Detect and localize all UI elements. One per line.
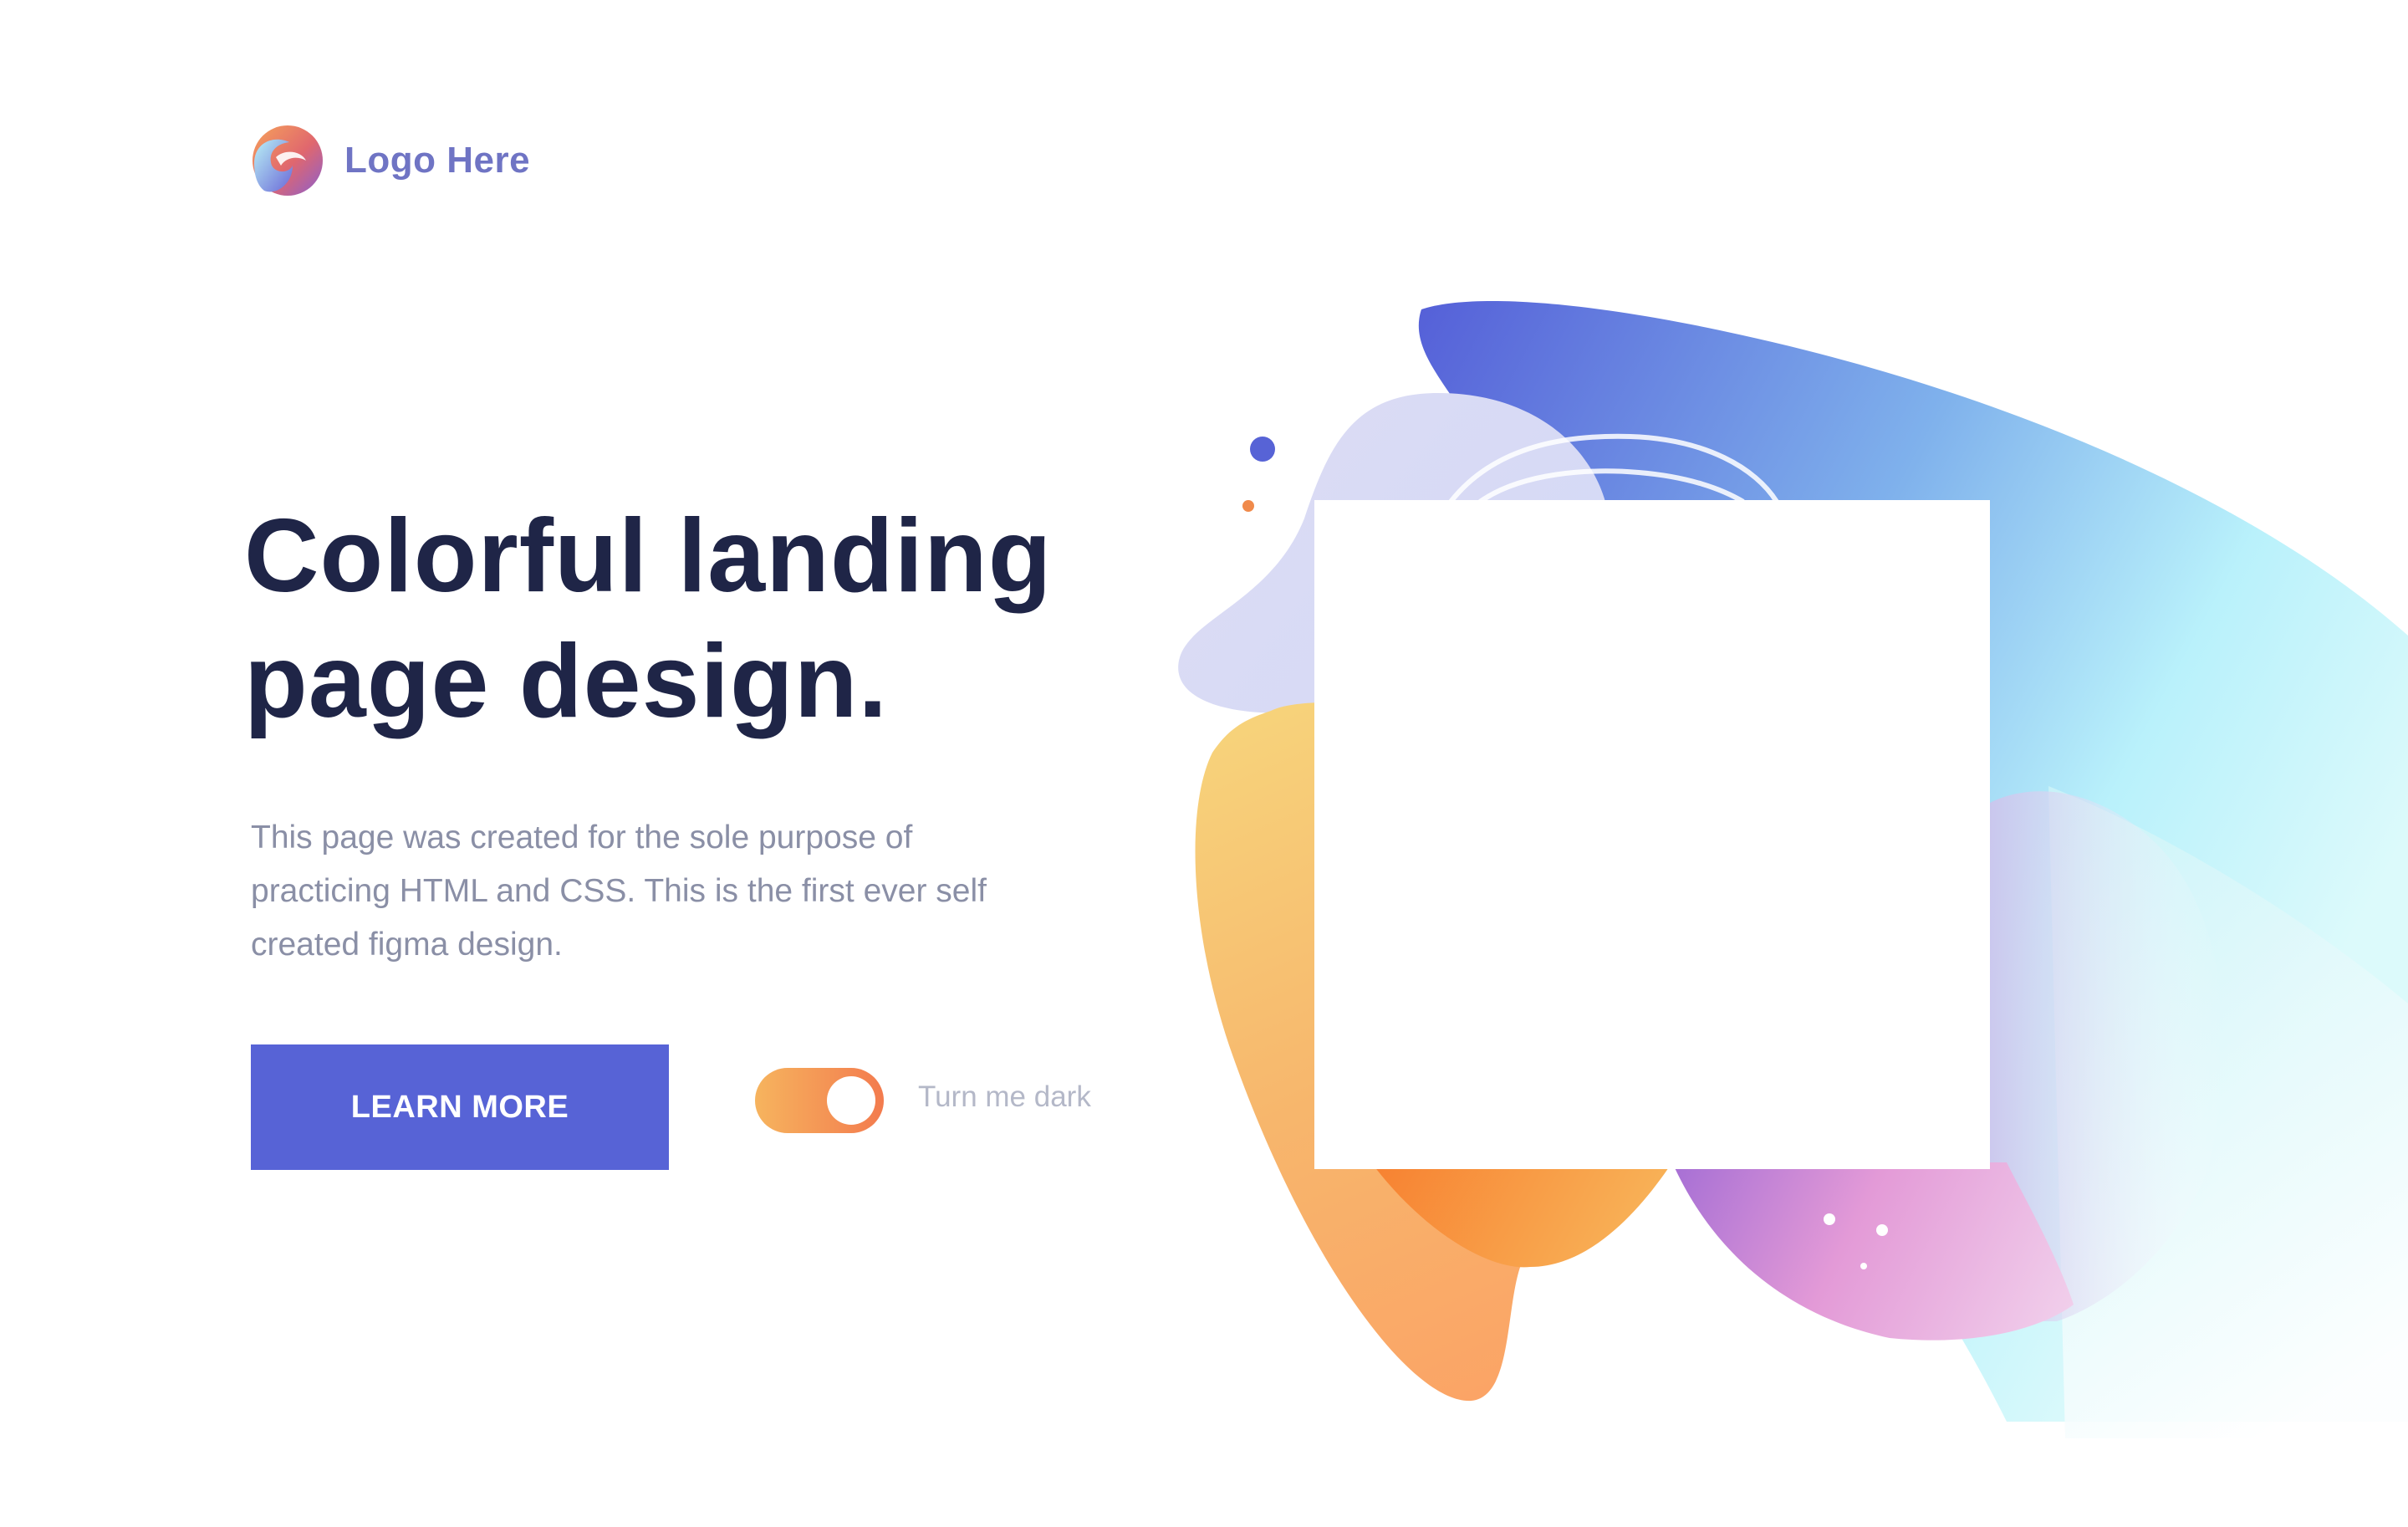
hero-title: Colorful landing page design. bbox=[244, 493, 1080, 744]
learn-more-button[interactable]: LEARN MORE bbox=[251, 1044, 669, 1170]
dot-orange bbox=[1242, 500, 1254, 512]
dot-white-3 bbox=[1860, 1263, 1867, 1269]
dot-white-1 bbox=[1824, 1213, 1835, 1225]
logo-text: Logo Here bbox=[344, 140, 531, 181]
logo[interactable]: Logo Here bbox=[251, 124, 530, 197]
dark-mode-toggle-label: Turn me dark bbox=[918, 1080, 1091, 1113]
hero-title-line-1: Colorful landing bbox=[244, 498, 1053, 614]
landing-page: Logo Here Colorful landing page design. … bbox=[0, 0, 2408, 1527]
dot-white-2 bbox=[1876, 1224, 1888, 1236]
blob-purple bbox=[1672, 1162, 2074, 1341]
dot-blue bbox=[1250, 437, 1275, 462]
image-placeholder bbox=[1314, 500, 1990, 1169]
hero-title-line-2: page design. bbox=[244, 624, 888, 739]
dark-mode-toggle[interactable] bbox=[755, 1068, 884, 1133]
toggle-knob bbox=[827, 1076, 875, 1125]
hero-description: This page was created for the sole purpo… bbox=[251, 820, 987, 963]
logo-icon bbox=[253, 125, 323, 196]
